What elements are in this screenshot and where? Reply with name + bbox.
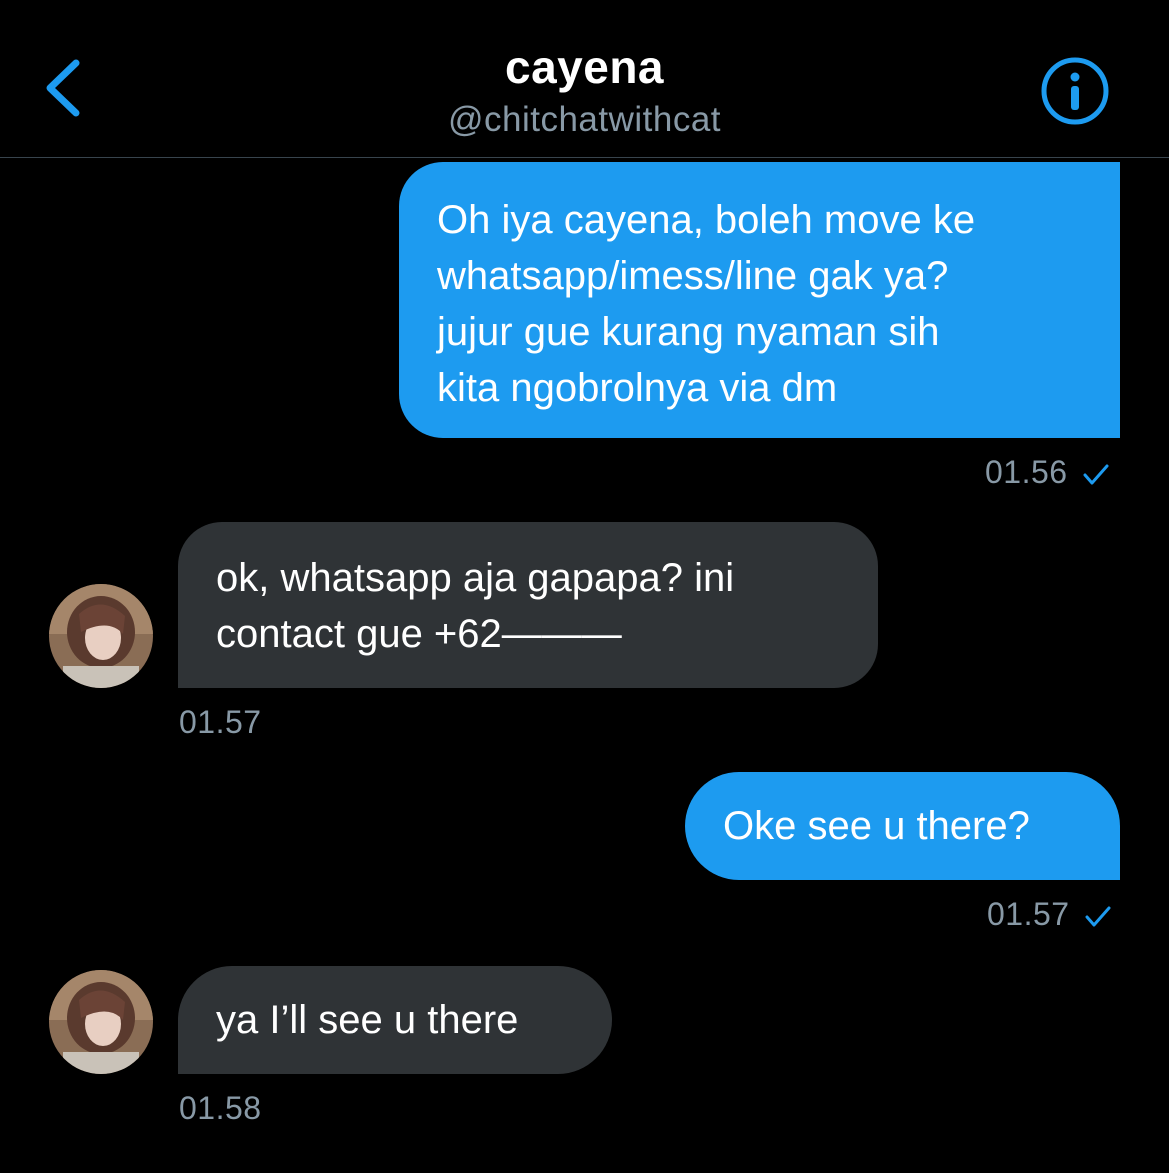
message-text-line: Oh iya cayena, boleh move ke xyxy=(437,198,976,242)
incoming-message-bubble[interactable]: ya I’ll see u there xyxy=(178,966,612,1074)
message-text-line: contact gue +62——— xyxy=(216,612,622,656)
info-button[interactable] xyxy=(1040,56,1110,126)
message-timestamp: 01.57 xyxy=(987,896,1112,933)
message-text-line: jujur gue kurang nyaman sih xyxy=(437,310,940,354)
message-text-line: Oke see u there? xyxy=(723,804,1030,848)
message-text-line: whatsapp/imess/line gak ya? xyxy=(437,254,949,298)
conversation-title[interactable]: cayena xyxy=(0,40,1169,94)
message-timestamp: 01.57 xyxy=(179,704,262,740)
message-text-line: kita ngobrolnya via dm xyxy=(437,366,838,410)
check-icon xyxy=(1085,906,1111,927)
check-icon xyxy=(1083,464,1109,485)
timestamp-text: 01.56 xyxy=(985,454,1068,490)
message-timestamp: 01.56 xyxy=(985,454,1110,491)
user-handle: @chitchatwithcat xyxy=(447,100,722,139)
avatar-photo xyxy=(49,584,153,688)
message-text-line: ok, whatsapp aja gapapa? ini xyxy=(216,556,735,600)
message-text-line: ya I’ll see u there xyxy=(216,998,519,1042)
outgoing-message-bubble[interactable]: Oke see u there? xyxy=(685,772,1120,880)
info-circle-icon xyxy=(1041,57,1109,125)
conversation-header: cayena @chitchatwithcat xyxy=(0,0,1169,158)
outgoing-message-bubble[interactable]: Oh iya cayena, boleh move ke whatsapp/im… xyxy=(399,162,1120,438)
incoming-message-bubble[interactable]: ok, whatsapp aja gapapa? ini contact gue… xyxy=(178,522,878,688)
avatar[interactable] xyxy=(49,970,153,1074)
avatar-photo xyxy=(49,970,153,1074)
avatar[interactable] xyxy=(49,584,153,688)
message-timestamp: 01.58 xyxy=(179,1090,262,1126)
timestamp-text: 01.57 xyxy=(987,896,1070,932)
